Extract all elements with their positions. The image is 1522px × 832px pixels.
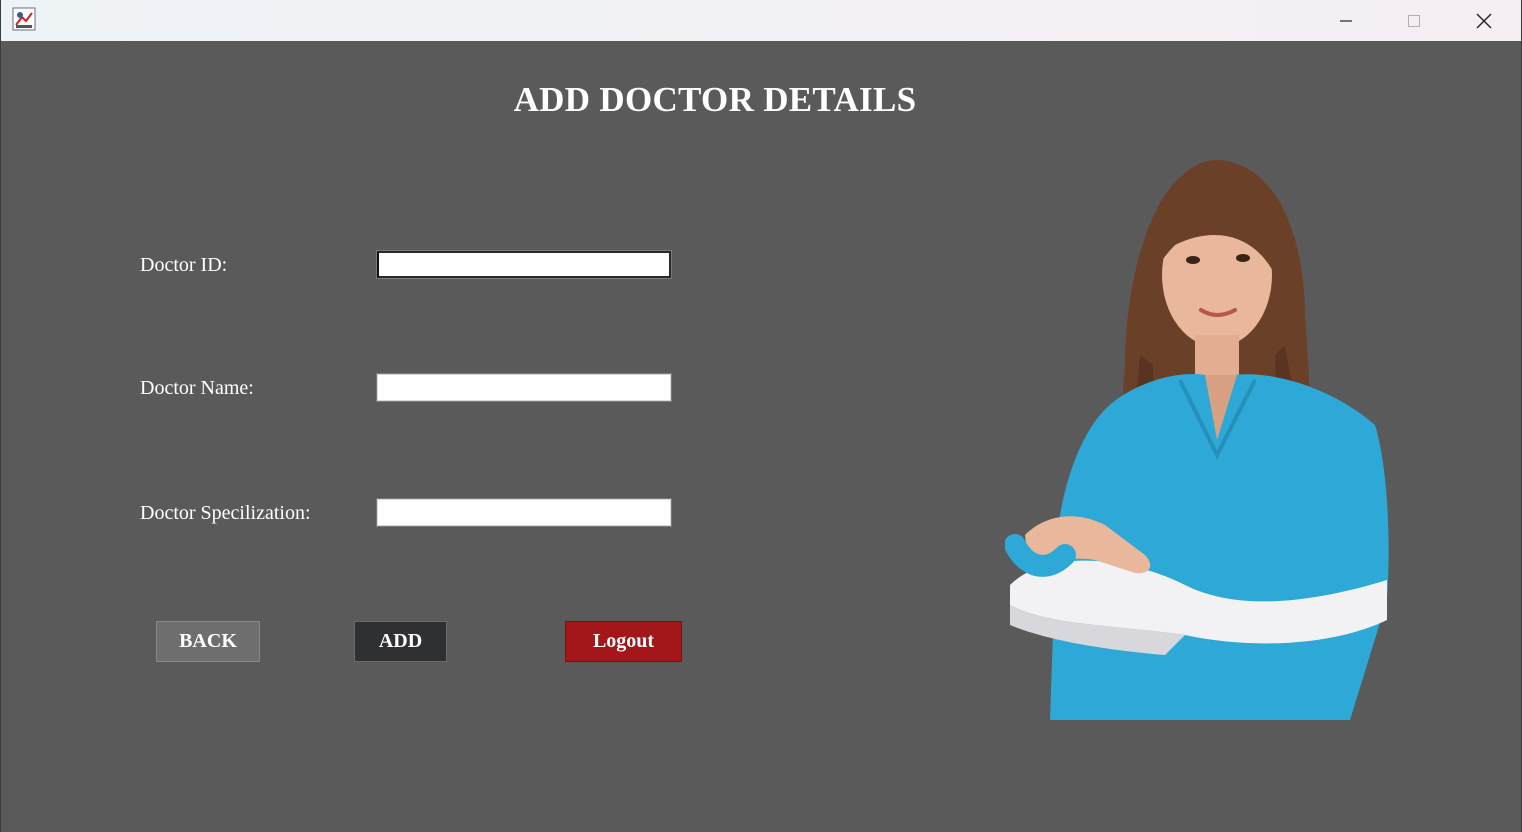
doctor-id-label: Doctor ID: — [140, 254, 228, 276]
maximize-icon — [1408, 14, 1420, 27]
doctor-name-input[interactable] — [377, 374, 671, 401]
doctor-photo — [1004, 155, 1395, 720]
doctor-name-field-frame — [376, 373, 672, 402]
doctor-specialization-input[interactable] — [377, 499, 671, 526]
close-button[interactable] — [1450, 0, 1518, 41]
doctor-id-input[interactable] — [377, 251, 671, 278]
back-button[interactable]: BACK — [156, 621, 260, 662]
minimize-icon — [1340, 19, 1352, 22]
doctor-id-field-frame — [376, 250, 672, 279]
title-bar — [1, 0, 1521, 41]
java-app-icon — [12, 7, 36, 31]
doctor-specialization-label: Doctor Specilization: — [140, 502, 311, 524]
maximize-button[interactable] — [1380, 0, 1448, 41]
doctor-name-label: Doctor Name: — [140, 377, 254, 399]
logout-button[interactable]: Logout — [565, 621, 682, 662]
close-icon — [1476, 13, 1492, 28]
app-window: ADD DOCTOR DETAILS Doctor ID: Doctor Nam… — [0, 0, 1522, 832]
doctor-specialization-field-frame — [376, 498, 672, 527]
minimize-button[interactable] — [1312, 0, 1380, 41]
add-button[interactable]: ADD — [354, 621, 447, 662]
page-title: ADD DOCTOR DETAILS — [513, 80, 917, 119]
